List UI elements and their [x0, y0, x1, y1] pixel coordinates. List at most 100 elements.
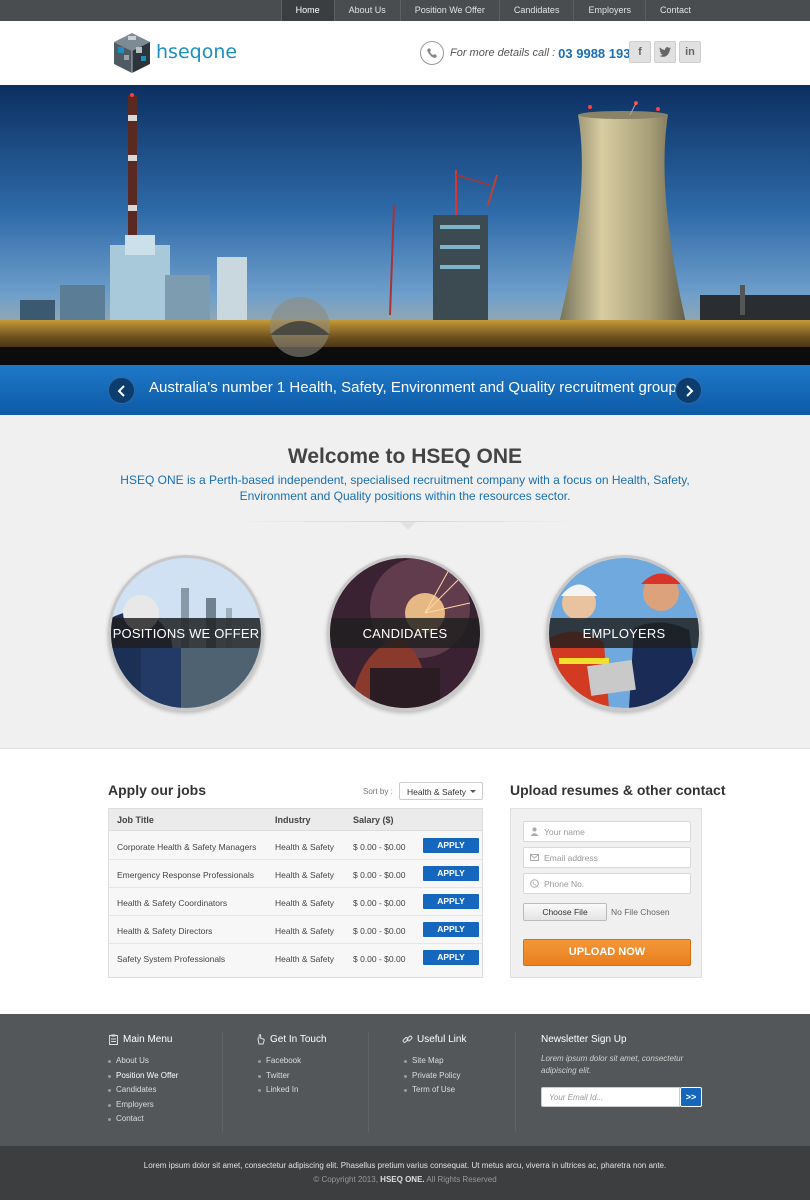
positions-circle[interactable]: POSITIONS WE OFFER: [108, 555, 264, 711]
footer-link-linkedin[interactable]: Linked In: [258, 1083, 301, 1098]
top-nav-bar: Home About Us Position We Offer Candidat…: [0, 0, 810, 21]
phone-placeholder: Phone No.: [544, 879, 585, 889]
phone-contact: For more details call : 03 9988 1933: [420, 40, 638, 66]
twitter-link[interactable]: [654, 41, 676, 63]
footer-link-employers[interactable]: Employers: [108, 1098, 178, 1113]
main-menu-title: Main Menu: [123, 1034, 173, 1045]
newsletter-submit-button[interactable]: >>: [680, 1087, 702, 1107]
job-title[interactable]: Health & Safety Coordinators: [117, 898, 227, 908]
linkedin-link[interactable]: in: [679, 41, 701, 63]
footer-link-facebook[interactable]: Facebook: [258, 1054, 301, 1069]
circle-label-band: EMPLOYERS: [549, 618, 699, 648]
apply-button[interactable]: APPLY: [423, 838, 479, 853]
clipboard-icon: [109, 1034, 118, 1045]
slider-caption-bar: Australia's number 1 Health, Safety, Env…: [0, 365, 810, 415]
nav-candidates[interactable]: Candidates: [498, 0, 574, 21]
facebook-icon: f: [638, 46, 642, 58]
footer-divider: [222, 1032, 223, 1132]
get-in-touch-list: Facebook Twitter Linked In: [258, 1054, 301, 1098]
footer-link-term-of-use[interactable]: Term of Use: [404, 1083, 460, 1098]
apply-button[interactable]: APPLY: [423, 866, 479, 881]
job-title[interactable]: Safety System Professionals: [117, 954, 225, 964]
job-industry: Health & Safety: [275, 870, 335, 880]
name-field[interactable]: Your name: [523, 821, 691, 842]
job-title[interactable]: Emergency Response Professionals: [117, 870, 254, 880]
email-icon: [530, 854, 539, 861]
table-row: Emergency Response Professionals Health …: [109, 860, 482, 888]
welcome-section: Welcome to HSEQ ONE HSEQ ONE is a Perth-…: [0, 415, 810, 749]
footer-divider: [515, 1032, 516, 1132]
apply-button[interactable]: APPLY: [423, 950, 479, 965]
main-nav: Home About Us Position We Offer Candidat…: [280, 0, 705, 21]
get-in-touch-title: Get In Touch: [270, 1034, 327, 1045]
footer-link-candidates[interactable]: Candidates: [108, 1083, 178, 1098]
newsletter-email-input[interactable]: Your Email Id...: [541, 1087, 680, 1107]
nav-about-us[interactable]: About Us: [333, 0, 400, 21]
slider-prev-button[interactable]: [108, 377, 135, 404]
apply-button[interactable]: APPLY: [423, 922, 479, 937]
welcome-title: Welcome to HSEQ ONE: [287, 445, 523, 468]
copyright: © Copyright 2013, HSEQ ONE. All Rights R…: [0, 1175, 810, 1184]
nav-employers[interactable]: Employers: [573, 0, 645, 21]
job-salary: $ 0.00 - $0.00: [353, 926, 406, 936]
upload-now-button[interactable]: UPLOAD NOW: [523, 939, 691, 966]
footer-link-contact[interactable]: Contact: [108, 1112, 178, 1127]
job-industry: Health & Safety: [275, 954, 335, 964]
job-salary: $ 0.00 - $0.00: [353, 842, 406, 852]
table-row: Health & Safety Coordinators Health & Sa…: [109, 888, 482, 916]
footer-link-private-policy[interactable]: Private Policy: [404, 1069, 460, 1084]
circle-label-band: CANDIDATES: [330, 618, 480, 648]
column-industry: Industry: [275, 815, 311, 825]
caret-down-icon: [470, 790, 476, 793]
divider-notch: [400, 522, 416, 530]
job-salary: $ 0.00 - $0.00: [353, 954, 406, 964]
footer-link-twitter[interactable]: Twitter: [258, 1069, 301, 1084]
footer: Main Menu About Us Position We Offer Can…: [0, 1014, 810, 1146]
email-field[interactable]: Email address: [523, 847, 691, 868]
phone-field[interactable]: Phone No.: [523, 873, 691, 894]
facebook-link[interactable]: f: [629, 41, 651, 63]
site-logo[interactable]: hseqone: [108, 29, 243, 77]
hand-pointer-icon: [257, 1034, 265, 1045]
main-menu-list: About Us Position We Offer Candidates Em…: [108, 1054, 178, 1127]
bottom-text: Lorem ipsum dolor sit amet, consectetur …: [143, 1161, 667, 1170]
upload-heading: Upload resumes & other contact: [510, 782, 726, 798]
no-file-chosen-label: No File Chosen: [611, 907, 670, 917]
column-job-title: Job Title: [117, 815, 154, 825]
job-industry: Health & Safety: [275, 926, 335, 936]
copyright-prefix: © Copyright 2013,: [313, 1175, 378, 1184]
job-industry: Health & Safety: [275, 842, 335, 852]
name-placeholder: Your name: [544, 827, 585, 837]
link-icon: [402, 1035, 413, 1043]
power-plant-night-image: [0, 85, 810, 365]
job-title[interactable]: Corporate Health & Safety Managers: [117, 842, 256, 852]
get-in-touch-heading: Get In Touch: [255, 1034, 327, 1045]
footer-link-site-map[interactable]: Site Map: [404, 1054, 460, 1069]
employers-circle[interactable]: EMPLOYERS: [546, 555, 702, 711]
table-row: Safety System Professionals Health & Saf…: [109, 944, 482, 972]
jobs-table: Job Title Industry Salary ($) Corporate …: [108, 808, 483, 978]
hero-slider-image: [0, 85, 810, 365]
phone-label: For more details call :: [450, 47, 556, 59]
sort-by-label: Sort by :: [363, 787, 393, 796]
email-placeholder: Email address: [544, 853, 598, 863]
choose-file-button[interactable]: Choose File: [523, 903, 607, 921]
candidates-circle[interactable]: CANDIDATES: [327, 555, 483, 711]
footer-link-position-we-offer[interactable]: Position We Offer: [108, 1069, 178, 1084]
footer-divider: [368, 1032, 369, 1132]
slider-next-button[interactable]: [675, 377, 702, 404]
newsletter-email-placeholder: Your Email Id...: [549, 1093, 604, 1102]
user-icon: [530, 827, 539, 836]
apply-button[interactable]: APPLY: [423, 894, 479, 909]
job-title[interactable]: Health & Safety Directors: [117, 926, 212, 936]
nav-contact[interactable]: Contact: [644, 0, 705, 21]
useful-link-list: Site Map Private Policy Term of Use: [404, 1054, 460, 1098]
useful-link-title: Useful Link: [417, 1034, 467, 1045]
phone-number[interactable]: 03 9988 1933: [558, 46, 638, 61]
newsletter-title: Newsletter Sign Up: [541, 1034, 627, 1045]
sort-by-select[interactable]: Health & Safety: [399, 782, 483, 800]
logo-text: hseqone: [156, 41, 238, 63]
nav-home[interactable]: Home: [280, 0, 334, 21]
footer-link-about-us[interactable]: About Us: [108, 1054, 178, 1069]
nav-position-we-offer[interactable]: Position We Offer: [399, 0, 499, 21]
